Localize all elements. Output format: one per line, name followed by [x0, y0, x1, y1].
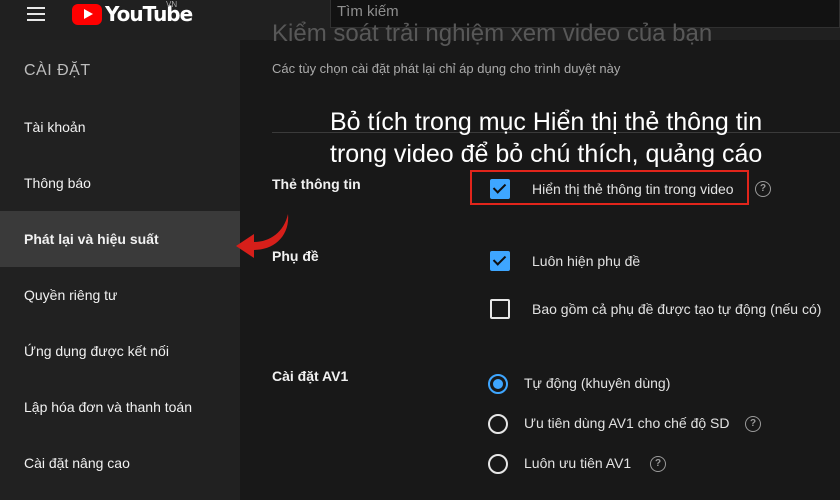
help-icon[interactable]: ? [755, 181, 771, 197]
annotation-text: Bỏ tích trong mục Hiển thị thẻ thông tin… [330, 106, 762, 170]
auto-subtitles-label: Bao gồm cả phụ đề được tạo tự động (nếu … [532, 301, 822, 317]
region-code: VN [166, 0, 178, 9]
sidebar-item-account[interactable]: Tài khoản [0, 99, 240, 155]
sidebar-title: CÀI ĐẶT [24, 62, 91, 79]
av1-sd-radio[interactable] [488, 414, 508, 434]
section-label-info-cards: Thẻ thông tin [272, 176, 361, 192]
av1-auto-label: Tự động (khuyên dùng) [524, 375, 671, 391]
logo-text: YouTube [105, 2, 193, 26]
section-label-av1: Cài đặt AV1 [272, 368, 349, 384]
auto-subtitles-checkbox[interactable] [490, 299, 510, 319]
youtube-play-icon [72, 3, 102, 25]
sidebar-item-connected-apps[interactable]: Ứng dụng được kết nối [0, 323, 240, 379]
search-input[interactable]: Tìm kiếm [337, 3, 399, 20]
av1-always-radio[interactable] [488, 454, 508, 474]
sidebar-item-notifications[interactable]: Thông báo [0, 155, 240, 211]
always-show-subtitles-checkbox[interactable] [490, 251, 510, 271]
always-show-subtitles-label: Luôn hiện phụ đề [532, 253, 641, 269]
page-description: Các tùy chọn cài đặt phát lại chỉ áp dụn… [272, 61, 621, 76]
sidebar-item-playback[interactable]: Phát lại và hiệu suất [0, 211, 240, 267]
settings-sidebar: CÀI ĐẶT Tài khoản Thông báo Phát lại và … [0, 40, 240, 500]
page-title: Kiểm soát trải nghiệm xem video của bạn [272, 20, 713, 47]
highlight-box [470, 170, 749, 205]
hamburger-menu-icon[interactable] [27, 7, 45, 21]
sidebar-item-advanced[interactable]: Cài đặt nâng cao [0, 435, 240, 491]
av1-always-label: Luôn ưu tiên AV1 [524, 455, 632, 471]
sidebar-item-privacy[interactable]: Quyền riêng tư [0, 267, 240, 323]
annotation-line-2: trong video để bỏ chú thích, quảng cáo [330, 140, 763, 168]
help-icon[interactable]: ? [745, 416, 761, 432]
curved-arrow-icon [236, 214, 289, 258]
av1-sd-label: Ưu tiên dùng AV1 cho chế độ SD [524, 415, 730, 431]
av1-auto-radio[interactable] [488, 374, 508, 394]
sidebar-item-billing[interactable]: Lập hóa đơn và thanh toán [0, 379, 240, 435]
help-icon[interactable]: ? [650, 456, 666, 472]
annotation-line-1: Bỏ tích trong mục Hiển thị thẻ thông tin [330, 108, 763, 136]
